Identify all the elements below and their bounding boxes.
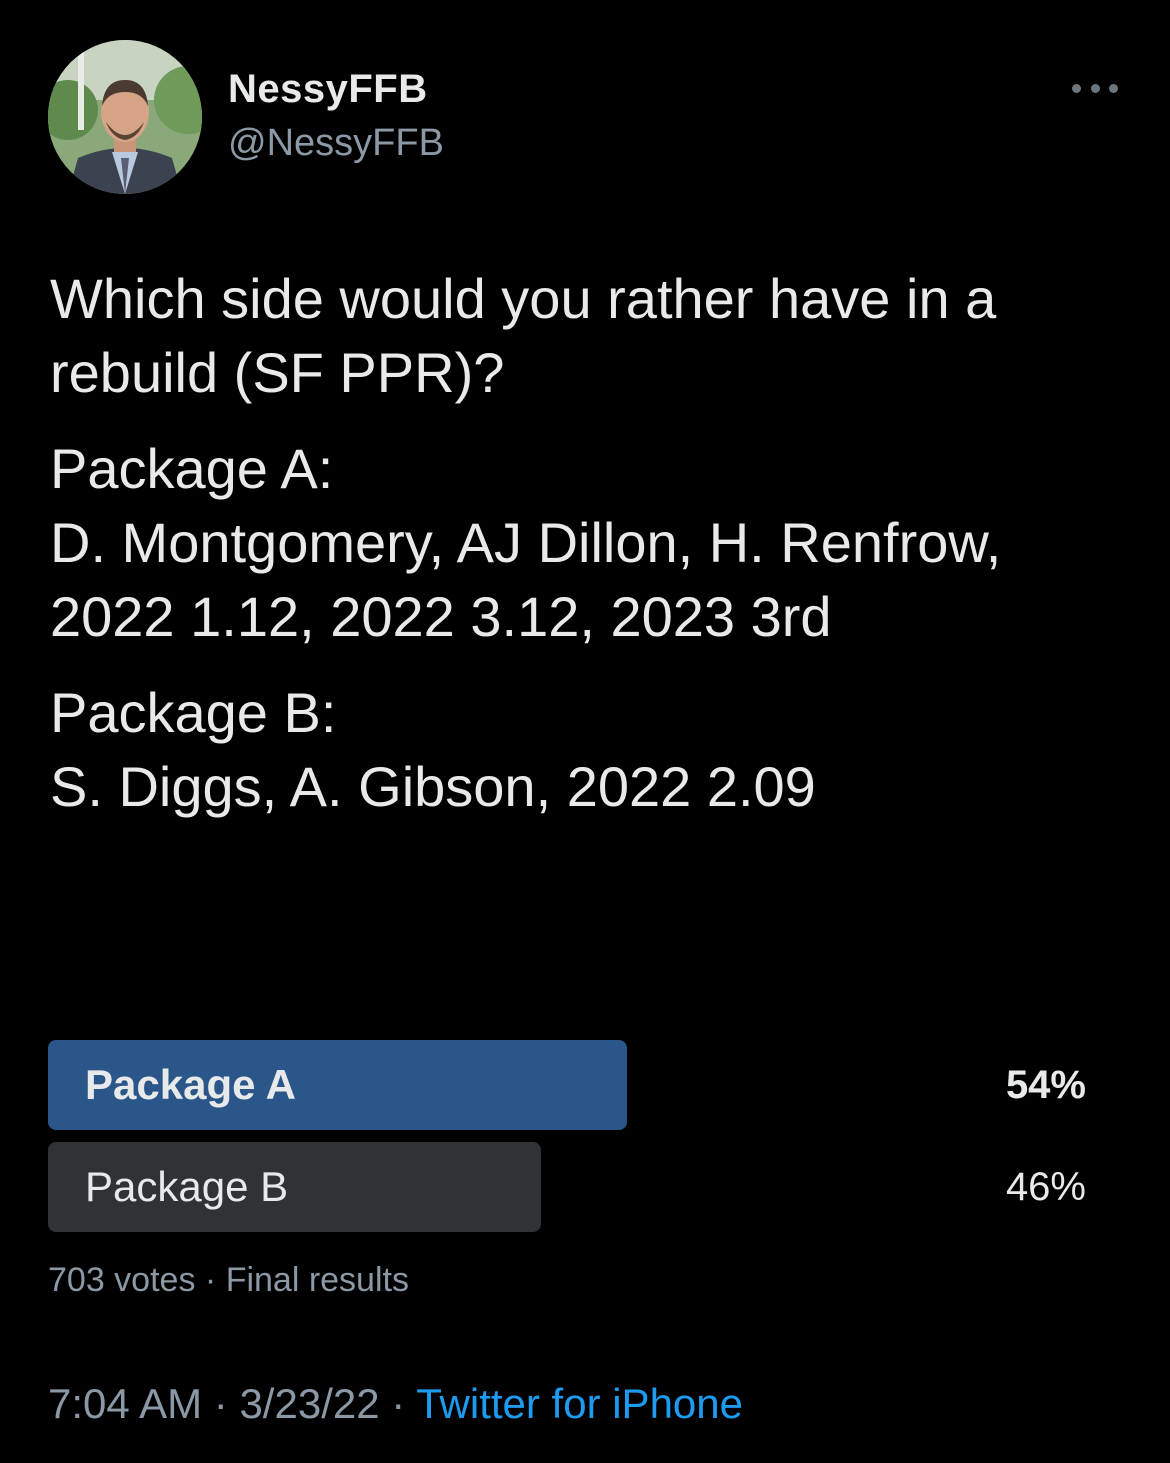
more-dot bbox=[1109, 83, 1118, 93]
tweet-paragraph: Which side would you rather have in a re… bbox=[50, 267, 997, 404]
poll-vote-count: 703 votes bbox=[48, 1261, 196, 1299]
poll-option-percent: 54% bbox=[1005, 1063, 1086, 1107]
poll-meta: 703 votes · Final results bbox=[48, 1258, 409, 1302]
avatar[interactable] bbox=[48, 40, 202, 194]
tweet-date[interactable]: 3/23/22 bbox=[239, 1380, 379, 1427]
separator-dot: · bbox=[204, 1261, 217, 1299]
tweet-source-link[interactable]: Twitter for iPhone bbox=[416, 1380, 743, 1427]
tweet-detail: NessyFFB @NessyFFB Which side would you … bbox=[0, 0, 1170, 1463]
tweet-paragraph: Package B: S. Diggs, A. Gibson, 2022 2.0… bbox=[50, 681, 816, 818]
more-dot bbox=[1090, 83, 1100, 93]
poll-option-percent: 46% bbox=[1005, 1165, 1086, 1209]
author-handle[interactable]: @NessyFFB bbox=[228, 120, 444, 166]
tweet-text: Which side would you rather have in a re… bbox=[50, 262, 1130, 846]
author-display-name[interactable]: NessyFFB bbox=[228, 66, 428, 112]
poll-option-label: Package B bbox=[85, 1163, 289, 1210]
poll-option: Package A 54% bbox=[48, 1040, 1120, 1130]
poll-option-label: Package A bbox=[85, 1061, 296, 1108]
more-horizontal-icon[interactable] bbox=[1072, 80, 1118, 96]
poll-option: Package B 46% bbox=[48, 1142, 1120, 1232]
tweet-paragraph: Package A: D. Montgomery, AJ Dillon, H. … bbox=[50, 437, 1002, 648]
avatar-photo bbox=[48, 40, 202, 194]
separator-dot: · bbox=[391, 1380, 406, 1427]
separator-dot: · bbox=[213, 1380, 228, 1427]
tweet-timestamp-row: 7:04 AM · 3/23/22 · Twitter for iPhone bbox=[48, 1378, 743, 1430]
more-dot bbox=[1072, 83, 1081, 93]
poll: Package A 54% Package B 46% bbox=[48, 1040, 1120, 1244]
tweet-time[interactable]: 7:04 AM bbox=[48, 1380, 202, 1427]
poll-status: Final results bbox=[225, 1261, 409, 1299]
